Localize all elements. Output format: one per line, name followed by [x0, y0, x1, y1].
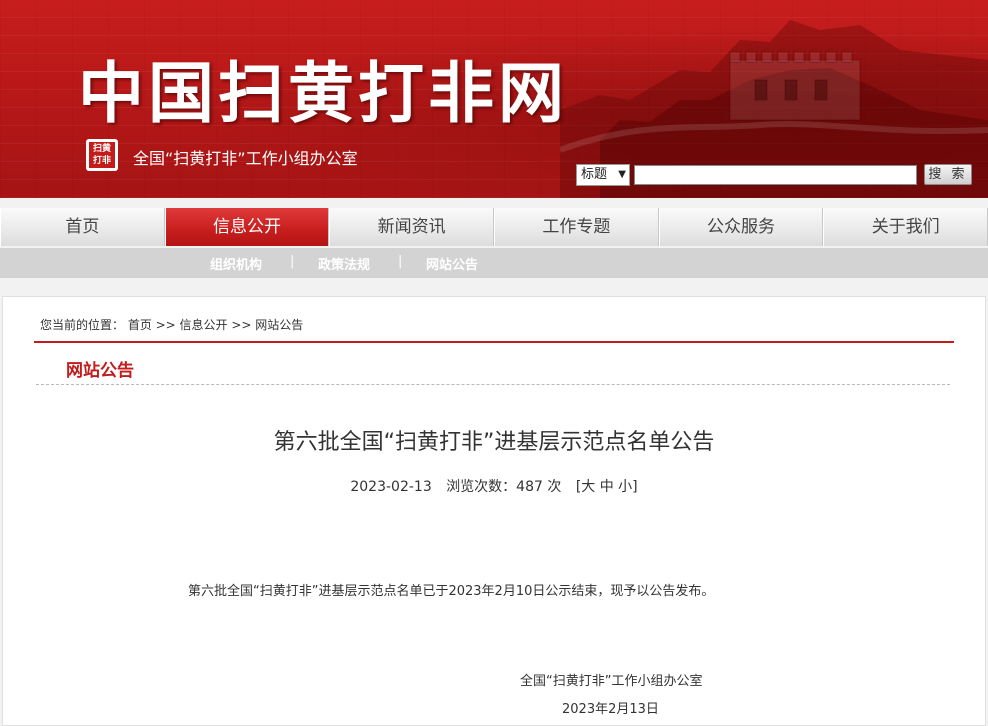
nav-item-topics[interactable]: 工作专题	[494, 208, 659, 246]
font-size-control[interactable]: [大 中 小]	[576, 479, 638, 495]
seal-mark: 扫黄打非	[89, 142, 115, 168]
breadcrumb[interactable]: 您当前的位置： 首页 >> 信息公开 >> 网站公告	[40, 316, 303, 333]
subnav-separator: |	[290, 254, 295, 269]
content-panel	[2, 296, 986, 726]
nav-item-public-service[interactable]: 公众服务	[658, 208, 824, 246]
dashed-divider	[36, 384, 950, 385]
subnav-separator: |	[398, 254, 403, 269]
signature-date: 2023年2月13日	[562, 702, 659, 717]
nav-item-info-disclosure[interactable]: 信息公开	[164, 208, 330, 246]
section-title: 网站公告	[66, 361, 134, 381]
sub-nav: 组织机构 | 政策法规 | 网站公告	[0, 248, 988, 278]
main-nav: 首页 信息公开 新闻资讯 工作专题 公众服务 关于我们	[0, 208, 988, 246]
seal-icon: 扫黄打非	[86, 139, 118, 171]
article-body: 第六批全国“扫黄打非”进基层示范点名单已于2023年2月10日公示结束，现予以公…	[188, 584, 715, 599]
search-type-value: 标题	[581, 167, 608, 182]
nav-item-about[interactable]: 关于我们	[823, 208, 988, 246]
article-title: 第六批全国“扫黄打非”进基层示范点名单公告	[273, 430, 715, 455]
subnav-item-announcements[interactable]: 网站公告	[426, 254, 478, 273]
section-divider	[34, 341, 954, 343]
signature-org: 全国“扫黄打非”工作小组办公室	[520, 674, 703, 689]
header-banner: 中国扫黄打非网 扫黄打非 全国“扫黄打非”工作小组办公室 标题 ▼ 搜 索	[0, 0, 988, 198]
search-button[interactable]: 搜 索	[924, 164, 972, 185]
site-logo-title[interactable]: 中国扫黄打非网	[78, 40, 568, 136]
nav-item-news[interactable]: 新闻资讯	[329, 208, 495, 246]
subnav-item-policy[interactable]: 政策法规	[318, 254, 370, 273]
subnav-item-organization[interactable]: 组织机构	[210, 254, 262, 273]
article-date: 2023-02-13	[350, 479, 432, 495]
article-meta: 2023-02-13 浏览次数：487 次 [大 中 小]	[0, 476, 988, 496]
nav-item-home[interactable]: 首页	[0, 208, 165, 246]
chevron-down-icon: ▼	[618, 169, 626, 180]
search-input[interactable]	[634, 165, 917, 185]
search-type-select[interactable]: 标题 ▼	[576, 164, 630, 186]
view-count: 浏览次数：487 次	[446, 479, 562, 495]
site-subtitle: 全国“扫黄打非”工作小组办公室	[133, 149, 358, 168]
